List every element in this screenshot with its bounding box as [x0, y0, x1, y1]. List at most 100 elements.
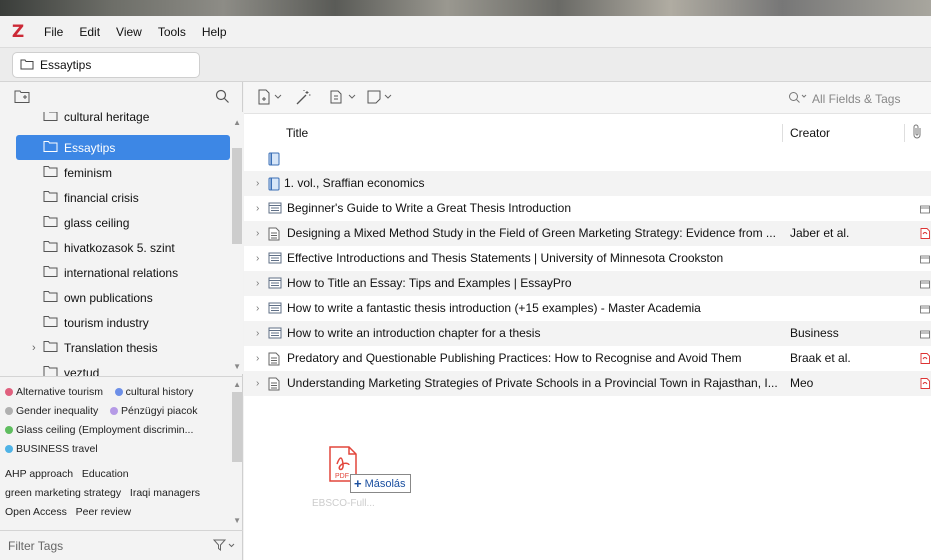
table-row[interactable]: › How to write an introduction chapter f…	[244, 321, 931, 346]
tab-library[interactable]: Essaytips	[12, 52, 200, 78]
menu-edit[interactable]: Edit	[71, 25, 108, 39]
chevron-right-icon[interactable]: ›	[256, 203, 259, 214]
collections-toolbar	[0, 82, 242, 114]
pdf-badge: PDF	[335, 473, 349, 480]
snapshot-icon[interactable]	[920, 328, 930, 342]
table-row[interactable]: › Effective Introductions and Thesis Sta…	[244, 246, 931, 271]
menu-tools[interactable]: Tools	[150, 25, 194, 39]
column-header: Title Creator	[244, 120, 931, 146]
drag-ghost: PDF + Másolás EBSCO-Full...	[312, 446, 432, 516]
table-row[interactable]: › Understanding Marketing Strategies of …	[244, 371, 931, 396]
collection-item[interactable]: cultural heritage	[16, 112, 230, 129]
chevron-right-icon[interactable]: ›	[256, 228, 259, 239]
menu-help[interactable]: Help	[194, 25, 235, 39]
folder-icon	[43, 240, 58, 255]
filter-tags-input[interactable]	[8, 539, 168, 553]
pdf-icon[interactable]	[920, 378, 930, 392]
scroll-down-icon[interactable]: ▼	[233, 516, 241, 525]
menu-view[interactable]: View	[108, 25, 150, 39]
table-row[interactable]	[244, 146, 931, 171]
chevron-right-icon[interactable]: ›	[256, 178, 259, 189]
table-row[interactable]: › How to Title an Essay: Tips and Exampl…	[244, 271, 931, 296]
collection-item-selected[interactable]: Essaytips	[16, 135, 230, 160]
scroll-down-icon[interactable]: ▼	[233, 362, 241, 371]
chevron-right-icon[interactable]: ›	[256, 353, 259, 364]
collection-item[interactable]: financial crisis	[16, 185, 230, 210]
tag-plain[interactable]: Open Access	[5, 506, 67, 518]
new-item-button[interactable]	[256, 89, 282, 105]
folder-icon	[43, 112, 58, 124]
tag-colored[interactable]: Pénzügyi piacok	[109, 405, 197, 417]
tag-plain[interactable]: Education	[82, 468, 129, 480]
chevron-right-icon[interactable]: ›	[256, 253, 259, 264]
snapshot-icon[interactable]	[920, 278, 930, 292]
snapshot-icon[interactable]	[920, 253, 930, 267]
search-icon[interactable]	[788, 91, 808, 107]
table-row[interactable]: › Predatory and Questionable Publishing …	[244, 346, 931, 371]
tag-label: cultural history	[125, 386, 194, 398]
search-bar[interactable]	[784, 88, 931, 110]
collection-item[interactable]: own publications	[16, 285, 230, 310]
item-title: Predatory and Questionable Publishing Pr…	[287, 351, 742, 365]
collection-item[interactable]: feminism	[16, 160, 230, 185]
scroll-up-icon[interactable]: ▲	[233, 380, 241, 389]
chevron-right-icon[interactable]: ›	[256, 303, 259, 314]
collection-label: Translation thesis	[64, 340, 158, 355]
scroll-up-icon[interactable]: ▲	[233, 118, 241, 127]
tags-scroll-thumb[interactable]	[232, 392, 242, 462]
collections-scroll-thumb[interactable]	[232, 148, 242, 244]
tab-label: Essaytips	[40, 58, 92, 72]
snapshot-icon[interactable]	[920, 303, 930, 317]
chevron-right-icon[interactable]: ›	[256, 328, 259, 339]
snapshot-icon[interactable]	[920, 203, 930, 217]
collection-item[interactable]: › Translation thesis	[16, 335, 230, 360]
pane-divider[interactable]	[0, 376, 243, 377]
collection-label: Essaytips	[64, 140, 116, 155]
tag-colored[interactable]: cultural history	[114, 386, 194, 398]
attachment-column-icon[interactable]	[912, 124, 924, 143]
table-row[interactable]: › Designing a Mixed Method Study in the …	[244, 221, 931, 246]
table-row[interactable]: › How to write a fantastic thesis introd…	[244, 296, 931, 321]
search-input[interactable]	[812, 92, 922, 106]
new-collection-icon[interactable]	[14, 89, 30, 107]
pdf-icon[interactable]	[920, 353, 930, 367]
tag-plain[interactable]: Iraqi managers	[130, 487, 200, 499]
chevron-right-icon[interactable]: ›	[256, 278, 259, 289]
pane-divider	[0, 530, 243, 531]
table-row[interactable]: › Beginner's Guide to Write a Great Thes…	[244, 196, 931, 221]
tag-plain[interactable]: green marketing strategy	[5, 487, 121, 499]
folder-icon	[43, 165, 58, 180]
tag-colored[interactable]: BUSINESS travel	[5, 443, 98, 455]
table-row[interactable]: › 1. vol., Sraffian economics	[244, 171, 931, 196]
tag-label: Alternative tourism	[16, 386, 103, 398]
collection-item[interactable]: hivatkozasok 5. szint	[16, 235, 230, 260]
add-by-identifier-button[interactable]	[294, 89, 312, 107]
tag-plain[interactable]: Peer review	[76, 506, 131, 518]
tag-plain[interactable]: AHP approach	[5, 468, 73, 480]
folder-icon	[43, 215, 58, 230]
collection-item[interactable]: international relations	[16, 260, 230, 285]
pdf-icon[interactable]	[920, 228, 930, 242]
add-attachment-button[interactable]	[328, 89, 356, 105]
webpage-icon	[268, 302, 282, 317]
folder-icon	[20, 58, 34, 73]
menu-file[interactable]: File	[36, 25, 71, 39]
tag-colored[interactable]: Alternative tourism	[5, 386, 103, 398]
tag-color-dot	[109, 407, 118, 415]
webpage-icon	[268, 202, 282, 217]
search-collections-icon[interactable]	[215, 89, 230, 107]
chevron-right-icon[interactable]: ›	[256, 378, 259, 389]
column-creator[interactable]: Creator	[790, 126, 830, 140]
chevron-right-icon[interactable]: ›	[32, 342, 36, 354]
new-note-button[interactable]	[366, 89, 392, 105]
tab-bar: Essaytips	[0, 48, 931, 82]
tag-colored[interactable]: Gender inequality	[5, 405, 98, 417]
column-separator[interactable]	[782, 124, 783, 142]
tag-colored[interactable]: Glass ceiling (Employment discrimin...	[5, 424, 193, 436]
collection-item[interactable]: glass ceiling	[16, 210, 230, 235]
column-title[interactable]: Title	[286, 126, 308, 140]
column-separator[interactable]	[904, 124, 905, 142]
filter-menu-icon[interactable]	[212, 539, 235, 554]
tag-row: Open Access Peer review	[5, 506, 131, 518]
collection-item[interactable]: tourism industry	[16, 310, 230, 335]
